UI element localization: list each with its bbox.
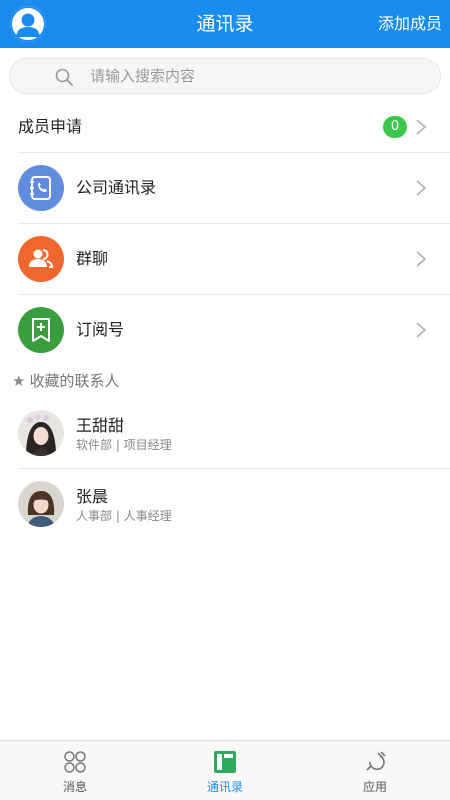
bottom-navigation: 消息 通讯录 应用 [0,740,450,800]
subscription-icon [18,307,64,353]
address-book-icon [18,165,64,211]
chevron-right-icon [416,180,427,196]
chevron-right-icon [416,119,427,135]
tab-messages-label: 消息 [62,780,87,794]
favorite-contacts-header: ★ 收藏的联系人 [12,368,119,394]
contact-avatar [18,481,64,527]
company-directory-row[interactable]: 公司通讯录 [0,153,450,223]
group-chat-label: 群聊 [76,249,109,268]
message-icon [64,751,86,773]
star-icon: ★ [12,372,26,390]
subscription-label: 订阅号 [76,320,125,339]
tab-apps-label: 应用 [362,780,387,794]
contacts-icon [214,751,236,773]
contact-avatar [18,410,64,456]
search-bar[interactable]: 请输入搜索内容 [9,58,441,94]
favorite-contacts-title: 收藏的联系人 [29,372,120,390]
tab-contacts[interactable]: 通讯录 [150,741,300,800]
search-placeholder: 请输入搜索内容 [90,67,196,85]
contact-department: 软件部 | 项目经理 [76,438,172,452]
apps-icon [366,751,386,771]
subscription-row[interactable]: 订阅号 [0,295,450,365]
member-request-count-badge: 0 [383,116,407,138]
tab-messages[interactable]: 消息 [0,741,150,800]
contact-department: 人事部 | 人事经理 [76,509,172,523]
contact-row[interactable]: 张晨 人事部 | 人事经理 [0,469,450,539]
tab-apps[interactable]: 应用 [300,741,450,800]
member-request-label: 成员申请 [18,117,83,136]
group-chat-icon [18,236,64,282]
add-member-button[interactable]: 添加成员 [378,0,442,48]
contact-name: 张晨 [76,487,109,506]
search-icon [55,68,73,86]
group-chat-row[interactable]: 群聊 [0,224,450,294]
contact-name: 王甜甜 [76,416,125,435]
top-bar: 通讯录 添加成员 [0,0,450,48]
chevron-right-icon [416,322,427,338]
contact-row[interactable]: 王甜甜 软件部 | 项目经理 [0,398,450,468]
chevron-right-icon [416,251,427,267]
company-directory-label: 公司通讯录 [76,178,157,197]
tab-contacts-label: 通讯录 [206,780,243,794]
member-request-row[interactable]: 成员申请 0 [0,102,450,152]
